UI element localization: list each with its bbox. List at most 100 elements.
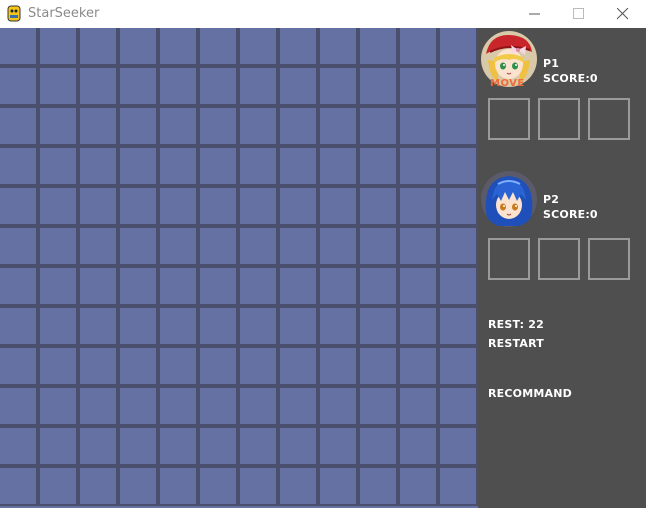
board-cell[interactable]	[398, 66, 438, 106]
board-cell[interactable]	[158, 306, 198, 346]
board-cell[interactable]	[438, 466, 478, 506]
board-cell[interactable]	[278, 466, 318, 506]
board-cell[interactable]	[238, 28, 278, 66]
board-cell[interactable]	[158, 266, 198, 306]
board-cell[interactable]	[118, 466, 158, 506]
minimize-button[interactable]	[512, 0, 558, 28]
game-board[interactable]	[0, 28, 478, 508]
board-cell[interactable]	[78, 28, 118, 66]
board-cell[interactable]	[78, 306, 118, 346]
board-cell[interactable]	[358, 28, 398, 66]
board-cell[interactable]	[318, 426, 358, 466]
board-cell[interactable]	[238, 186, 278, 226]
board-cell[interactable]	[0, 226, 38, 266]
board-cell[interactable]	[318, 106, 358, 146]
board-cell[interactable]	[0, 28, 38, 66]
board-cell[interactable]	[238, 106, 278, 146]
board-cell[interactable]	[118, 426, 158, 466]
board-cell[interactable]	[438, 426, 478, 466]
board-cell[interactable]	[398, 28, 438, 66]
board-cell[interactable]	[318, 66, 358, 106]
board-cell[interactable]	[0, 106, 38, 146]
board-cell[interactable]	[238, 306, 278, 346]
board-cell[interactable]	[358, 346, 398, 386]
board-cell[interactable]	[238, 146, 278, 186]
board-cell[interactable]	[278, 266, 318, 306]
board-cell[interactable]	[238, 226, 278, 266]
board-cell[interactable]	[78, 106, 118, 146]
board-cell[interactable]	[198, 106, 238, 146]
board-cell[interactable]	[198, 306, 238, 346]
maximize-button[interactable]	[556, 0, 602, 28]
board-cell[interactable]	[398, 186, 438, 226]
board-cell[interactable]	[118, 186, 158, 226]
board-cell[interactable]	[158, 426, 198, 466]
board-cell[interactable]	[118, 266, 158, 306]
board-cell[interactable]	[38, 186, 78, 226]
board-cell[interactable]	[238, 466, 278, 506]
board-cell[interactable]	[118, 106, 158, 146]
board-cell[interactable]	[78, 266, 118, 306]
board-cell[interactable]	[318, 28, 358, 66]
board-cell[interactable]	[158, 346, 198, 386]
board-cell[interactable]	[318, 466, 358, 506]
board-cell[interactable]	[158, 186, 198, 226]
board-cell[interactable]	[38, 306, 78, 346]
board-cell[interactable]	[438, 186, 478, 226]
board-cell[interactable]	[398, 146, 438, 186]
board-cell[interactable]	[358, 426, 398, 466]
board-cell[interactable]	[318, 266, 358, 306]
board-cell[interactable]	[198, 28, 238, 66]
board-cell[interactable]	[78, 466, 118, 506]
board-cell[interactable]	[238, 426, 278, 466]
board-cell[interactable]	[398, 106, 438, 146]
board-cell[interactable]	[198, 386, 238, 426]
board-cell[interactable]	[198, 346, 238, 386]
recommend-button[interactable]: RECOMMAND	[488, 387, 572, 400]
board-cell[interactable]	[358, 66, 398, 106]
board-cell[interactable]	[278, 28, 318, 66]
board-cell[interactable]	[278, 346, 318, 386]
board-cell[interactable]	[438, 146, 478, 186]
board-cell[interactable]	[358, 106, 398, 146]
board-cell[interactable]	[158, 66, 198, 106]
board-cell[interactable]	[438, 306, 478, 346]
board-cell[interactable]	[398, 306, 438, 346]
board-cell[interactable]	[118, 146, 158, 186]
board-cell[interactable]	[398, 346, 438, 386]
board-cell[interactable]	[238, 386, 278, 426]
board-cell[interactable]	[0, 426, 38, 466]
board-cell[interactable]	[318, 226, 358, 266]
board-cell[interactable]	[0, 66, 38, 106]
board-cell[interactable]	[198, 146, 238, 186]
board-cell[interactable]	[78, 186, 118, 226]
board-cell[interactable]	[198, 226, 238, 266]
board-cell[interactable]	[118, 28, 158, 66]
board-cell[interactable]	[438, 106, 478, 146]
board-cell[interactable]	[278, 426, 318, 466]
board-cell[interactable]	[438, 226, 478, 266]
board-cell[interactable]	[278, 186, 318, 226]
board-cell[interactable]	[38, 466, 78, 506]
board-cell[interactable]	[38, 426, 78, 466]
board-cell[interactable]	[438, 66, 478, 106]
board-cell[interactable]	[198, 466, 238, 506]
board-cell[interactable]	[398, 226, 438, 266]
board-cell[interactable]	[358, 226, 398, 266]
board-cell[interactable]	[0, 386, 38, 426]
board-cell[interactable]	[238, 266, 278, 306]
board-cell[interactable]	[38, 386, 78, 426]
board-cell[interactable]	[398, 386, 438, 426]
board-cell[interactable]	[318, 386, 358, 426]
board-cell[interactable]	[0, 186, 38, 226]
board-cell[interactable]	[238, 66, 278, 106]
board-cell[interactable]	[278, 226, 318, 266]
board-cell[interactable]	[38, 346, 78, 386]
board-cell[interactable]	[118, 306, 158, 346]
board-cell[interactable]	[438, 346, 478, 386]
board-cell[interactable]	[198, 266, 238, 306]
board-cell[interactable]	[0, 146, 38, 186]
board-cell[interactable]	[158, 28, 198, 66]
board-cell[interactable]	[318, 186, 358, 226]
board-cell[interactable]	[438, 266, 478, 306]
